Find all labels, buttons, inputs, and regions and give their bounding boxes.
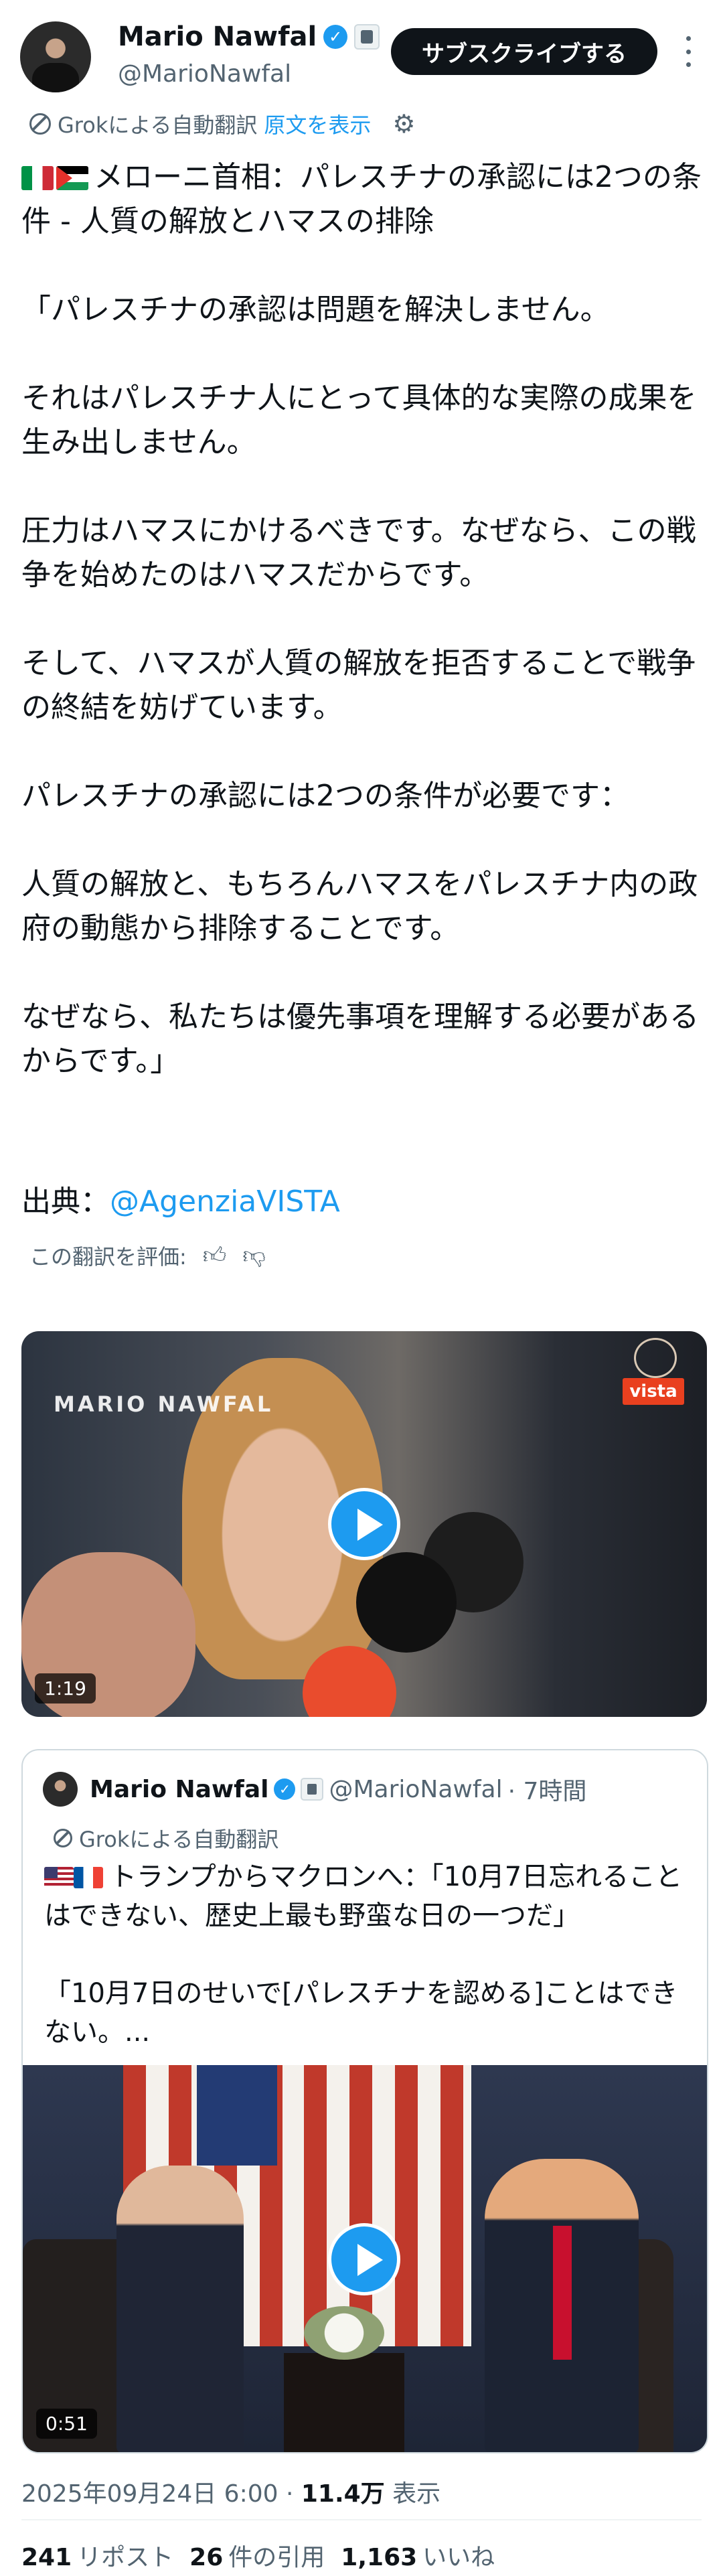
avatar[interactable] xyxy=(20,21,91,92)
subscribe-button[interactable]: サブスクライブする xyxy=(391,28,657,75)
source-link[interactable]: @AgenziaVISTA xyxy=(110,1185,340,1219)
vista-logo: vista xyxy=(623,1378,684,1405)
quote-text: トランプからマクロンへ：「10月7日忘れることはできない、歴史上最も野蛮な日の一… xyxy=(44,1858,687,2052)
post-text: メローニ首相：パレスチナの承認には2つの条件 - 人質の解放とハマスの排除 「パ… xyxy=(21,160,702,1078)
author-name-row: Mario Nawfal ✓ xyxy=(118,21,380,52)
video-frame-flowers xyxy=(304,2306,384,2360)
france-flag-icon xyxy=(74,1867,103,1888)
quotes-stat[interactable]: 26 件の引用 xyxy=(189,2538,325,2573)
post-detail: Mario Nawfal ✓ @MarioNawfal サブスクライブする Gr… xyxy=(0,0,723,2576)
post-timestamp[interactable]: 2025年09月24日 6:00 · 11.4万 表示 xyxy=(21,2474,440,2509)
quotes-count: 26 xyxy=(189,2544,224,2571)
italy-flag-icon xyxy=(21,166,54,190)
source-line: 出典：@AgenziaVISTA xyxy=(21,1177,340,1220)
verified-badge-icon: ✓ xyxy=(274,1778,296,1800)
video-frame-mic xyxy=(356,1552,457,1653)
quote-body: トランプからマクロンへ：「10月7日忘れることはできない、歴史上最も野蛮な日の一… xyxy=(44,1862,683,2048)
translation-label: Grokによる自動翻訳 xyxy=(58,112,258,138)
quoted-post[interactable]: Mario Nawfal ✓ @MarioNawfal · 7時間 Grokによ… xyxy=(21,1749,708,2453)
post-body: メローニ首相：パレスチナの承認には2つの条件 - 人質の解放とハマスの排除 「パ… xyxy=(21,155,704,1083)
likes-stat[interactable]: 1,163 いいね xyxy=(341,2538,495,2573)
translation-bar: Grokによる自動翻訳 原文を表示 ⚙ xyxy=(29,108,416,139)
quote-author-name[interactable]: Mario Nawfal xyxy=(90,1776,268,1803)
reposts-label: リポスト xyxy=(77,2544,174,2571)
author-name[interactable]: Mario Nawfal xyxy=(118,21,317,52)
quote-video-duration: 0:51 xyxy=(36,2409,97,2439)
quote-video-player[interactable]: 0:51 xyxy=(23,2065,707,2452)
gear-icon[interactable]: ⚙ xyxy=(392,111,415,137)
grok-icon xyxy=(54,1829,72,1847)
play-button-icon[interactable] xyxy=(328,1488,400,1560)
thumbs-up-icon[interactable]: 👍︎ xyxy=(203,1242,227,1270)
video-frame-tie xyxy=(553,2226,572,2360)
usa-flag-icon xyxy=(44,1867,74,1888)
video-frame-flag-canton xyxy=(197,2065,277,2166)
video-duration: 1:19 xyxy=(35,1673,96,1703)
quote-translation-label: Grokによる自動翻訳 xyxy=(79,1827,279,1852)
rate-label: この翻訳を評価: xyxy=(29,1244,187,1270)
likes-label: いいね xyxy=(422,2544,495,2571)
author-handle[interactable]: @MarioNawfal xyxy=(118,60,291,88)
likes-count: 1,163 xyxy=(341,2544,418,2571)
quote-header: Mario Nawfal ✓ @MarioNawfal · 7時間 xyxy=(90,1772,586,1807)
video-watermark: MARIO NAWFAL xyxy=(54,1391,274,1417)
play-button-icon[interactable] xyxy=(328,2223,400,2295)
reposts-count: 241 xyxy=(21,2544,72,2571)
engagement-stats: 241 リポスト 26 件の引用 1,163 いいね xyxy=(21,2538,495,2573)
grok-icon xyxy=(29,113,51,135)
thumbs-down-icon[interactable]: 👎︎ xyxy=(242,1242,266,1270)
video-frame-person xyxy=(116,2166,244,2452)
video-frame-table xyxy=(284,2353,404,2452)
affiliation-badge-icon xyxy=(301,1778,324,1801)
views-label: 表示 xyxy=(384,2480,441,2508)
reposts-stat[interactable]: 241 リポスト xyxy=(21,2538,173,2573)
quotes-label: 件の引用 xyxy=(228,2544,325,2571)
more-options-icon[interactable] xyxy=(684,36,692,67)
video-frame-flag xyxy=(304,2065,471,2346)
source-label: 出典： xyxy=(21,1185,110,1219)
quote-translation-bar: Grokによる自動翻訳 xyxy=(54,1823,278,1853)
divider xyxy=(21,2519,702,2520)
quote-time[interactable]: · 7時間 xyxy=(508,1772,587,1807)
video-player[interactable]: MARIO NAWFAL vista 1:19 xyxy=(21,1331,707,1717)
quote-author-handle[interactable]: @MarioNawfal xyxy=(329,1776,502,1803)
flag-icons xyxy=(21,166,88,190)
verified-badge-icon[interactable]: ✓ xyxy=(323,25,348,49)
vista-seal-icon xyxy=(634,1338,677,1378)
views-count: 11.4万 xyxy=(301,2480,385,2508)
timestamp-text[interactable]: 2025年09月24日 6:00 · xyxy=(21,2480,301,2508)
show-original-link[interactable]: 原文を表示 xyxy=(264,108,371,139)
rate-translation: この翻訳を評価: 👍︎ 👎︎ xyxy=(29,1240,266,1271)
palestine-flag-icon xyxy=(56,166,88,190)
quote-avatar[interactable] xyxy=(43,1772,78,1807)
affiliation-badge-icon[interactable] xyxy=(354,24,380,50)
